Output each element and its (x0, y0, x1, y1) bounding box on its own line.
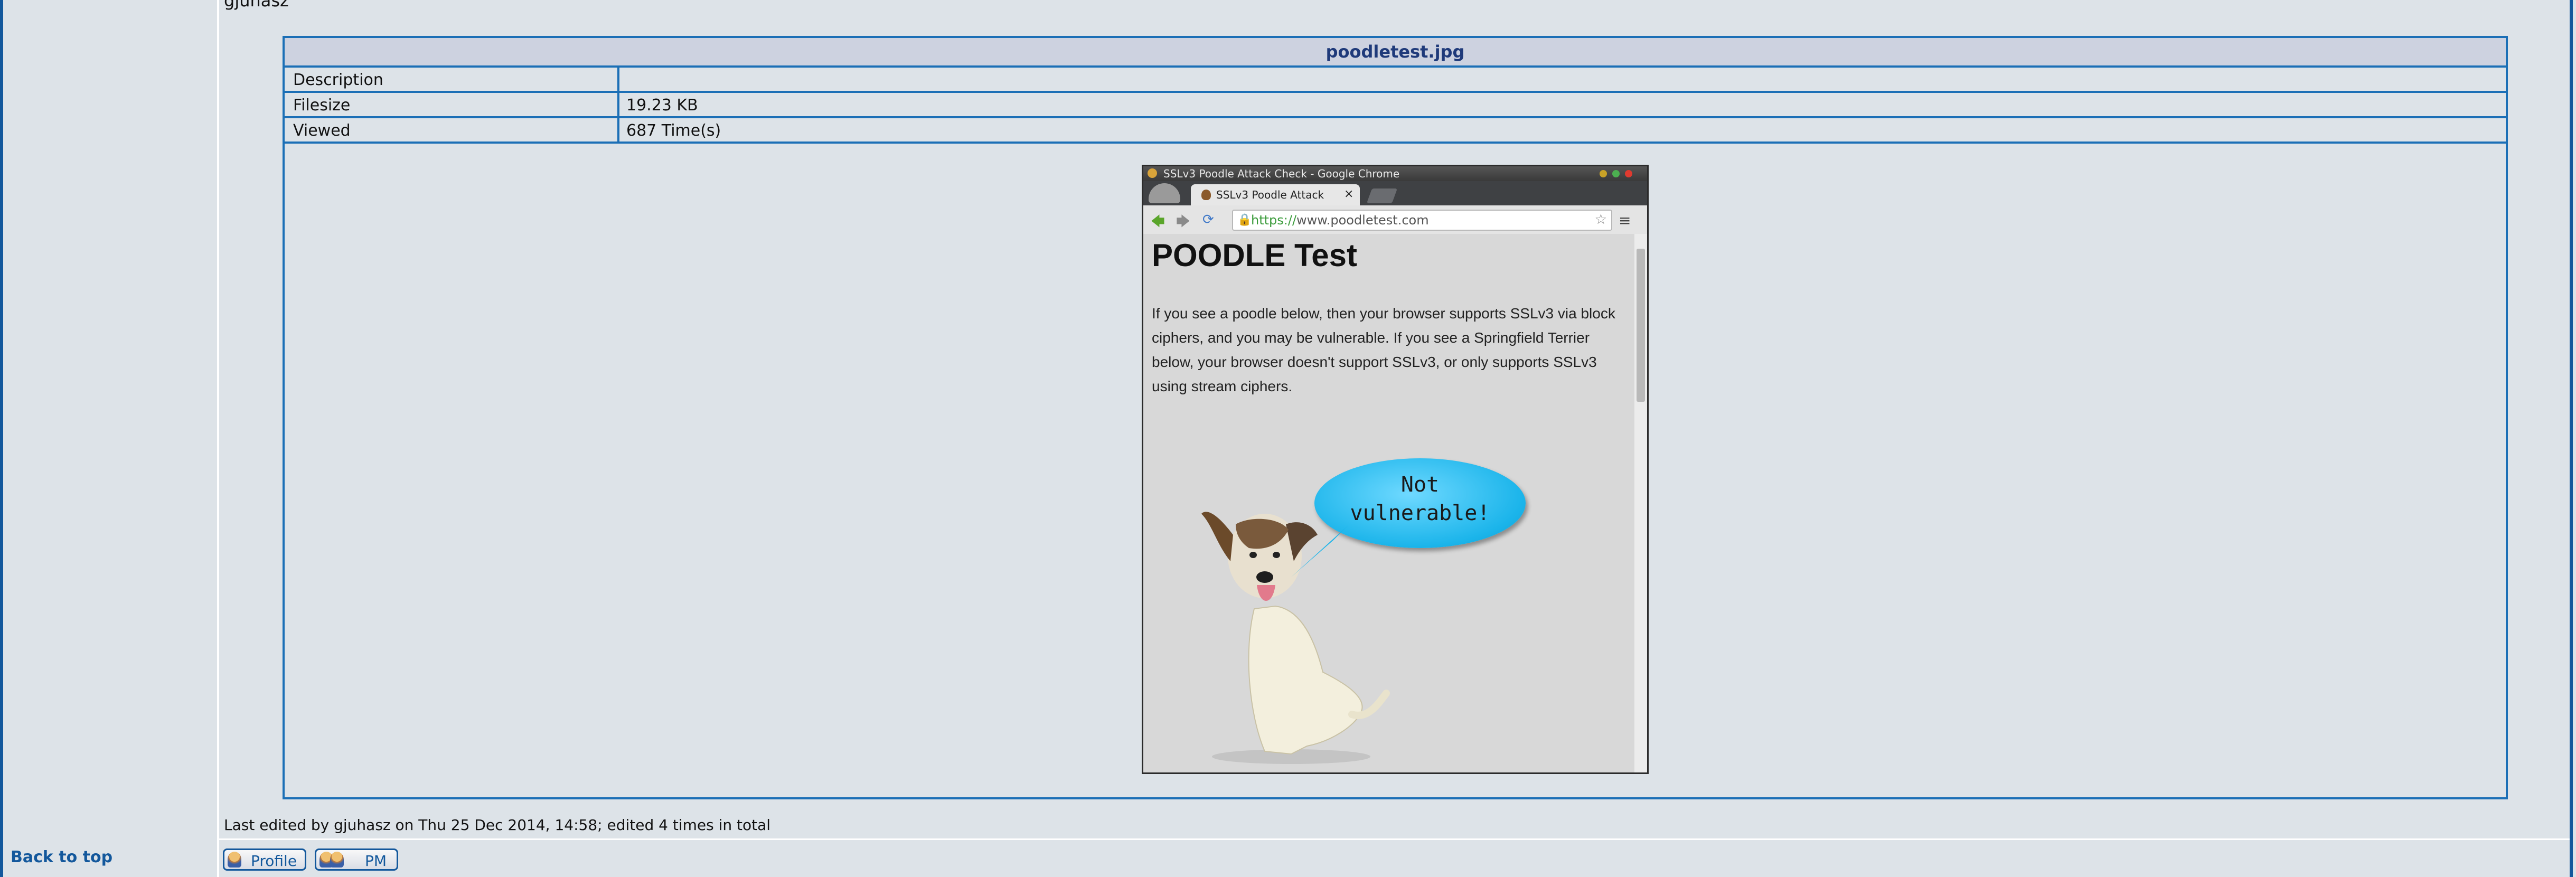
page-heading: POODLE Test (1152, 238, 1357, 273)
profile-avatar-icon (1149, 183, 1180, 203)
browser-toolbar: 🡄 🡆 ⟳ 🔒 https://www.poodletest.com ☆ ≡ (1143, 205, 1647, 235)
bubble-line-1: Not (1400, 473, 1440, 497)
reload-icon: ⟳ (1202, 212, 1214, 228)
back-to-top-link[interactable]: Back to top (11, 848, 112, 866)
bubble-line-2: vulnerable! (1350, 501, 1490, 525)
pm-button[interactable]: PM (315, 848, 398, 871)
row-label: Viewed (293, 121, 351, 140)
row-label: Description (293, 71, 383, 89)
tab-bar: SSLv3 Poodle Attack × (1143, 181, 1647, 205)
url-scheme: https:// (1251, 213, 1297, 228)
maximize-icon (1612, 170, 1620, 177)
speech-bubble-tail (1291, 524, 1349, 577)
pm-icon-second (330, 852, 344, 867)
column-separator (217, 0, 219, 877)
row-divider (617, 68, 619, 91)
hamburger-menu-icon: ≡ (1619, 212, 1631, 229)
lock-icon: 🔒 (1237, 213, 1252, 227)
minimize-icon (1600, 170, 1607, 177)
address-bar: 🔒 https://www.poodletest.com ☆ (1232, 210, 1612, 231)
window-title: SSLv3 Poodle Attack Check - Google Chrom… (1163, 167, 1400, 180)
post-author[interactable]: gjuhasz (224, 0, 289, 11)
profile-button-label: Profile (251, 852, 297, 870)
star-icon: ☆ (1594, 212, 1607, 228)
url-host: www.poodletest.com (1296, 213, 1429, 228)
chrome-icon (1148, 168, 1157, 178)
row-value: 687 Time(s) (626, 121, 721, 140)
window-titlebar: SSLv3 Poodle Attack Check - Google Chrom… (1143, 166, 1647, 181)
attachment-image[interactable]: SSLv3 Poodle Attack Check - Google Chrom… (1142, 165, 1649, 774)
attachment-row-description: Description (285, 68, 2506, 93)
close-window-icon (1625, 170, 1632, 177)
scrollbar[interactable] (1634, 234, 1647, 772)
row-label: Filesize (293, 96, 351, 115)
web-page-content: POODLE Test If you see a poodle below, t… (1143, 234, 1634, 772)
profile-icon (228, 852, 241, 867)
scrollbar-thumb[interactable] (1637, 249, 1645, 402)
row-divider (617, 93, 619, 116)
dog-favicon-icon (1201, 190, 1211, 200)
attachment-row-filesize: Filesize 19.23 KB (285, 93, 2506, 118)
attachment-row-viewed: Viewed 687 Time(s) (285, 118, 2506, 144)
row-value: 19.23 KB (626, 96, 698, 115)
row-divider (617, 118, 619, 142)
profile-button[interactable]: Profile (223, 848, 306, 871)
browser-tab: SSLv3 Poodle Attack × (1191, 184, 1360, 205)
footer-separator (219, 838, 2570, 840)
new-tab-icon (1366, 188, 1398, 203)
tab-label: SSLv3 Poodle Attack (1216, 188, 1324, 201)
tab-close-icon: × (1344, 187, 1354, 201)
pm-button-label: PM (365, 852, 387, 870)
attachment-filename: poodletest.jpg (285, 38, 2506, 68)
page-paragraph: If you see a poodle below, then your bro… (1152, 305, 1615, 394)
address-url: https://www.poodletest.com (1251, 213, 1429, 228)
back-arrow-icon: 🡄 (1151, 214, 1165, 230)
speech-bubble-text: Not vulnerable! (1314, 470, 1526, 527)
forward-arrow-icon: 🡆 (1176, 214, 1190, 230)
edited-note: Last edited by gjuhasz on Thu 25 Dec 201… (224, 816, 771, 834)
